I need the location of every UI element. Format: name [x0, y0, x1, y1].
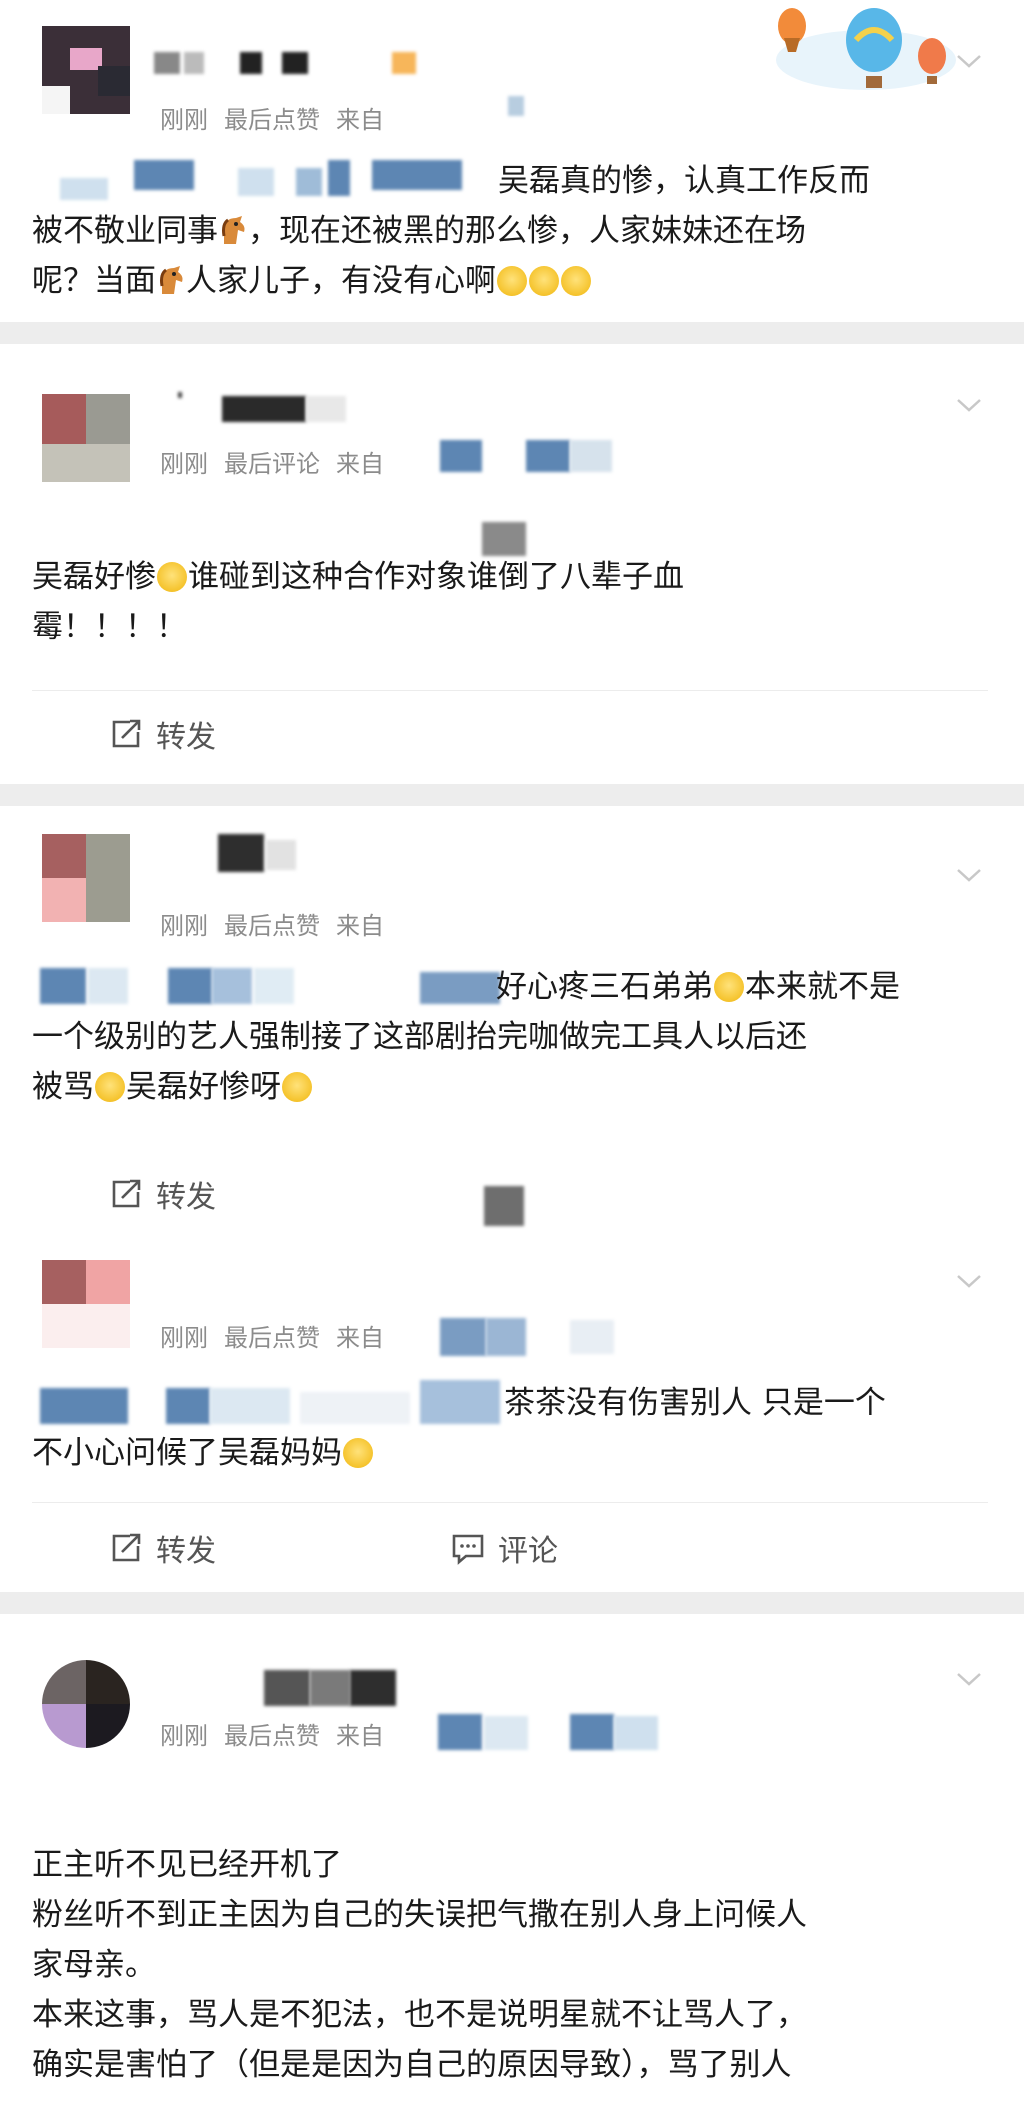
comment-line: 霉！！！！ — [32, 609, 187, 645]
sad-face-icon — [343, 1438, 373, 1468]
crying-face-icon — [561, 266, 591, 296]
comment-line: 好心疼三石弟弟 本来就不是 — [32, 962, 988, 1012]
comment-text: 被不敬业同事 — [32, 213, 218, 249]
comment-line: 不小心问候了吴磊妈妈 — [32, 1428, 988, 1478]
comment-line: 一个级别的艺人强制接了这部剧抬完咖做完工具人以后还 — [32, 1019, 807, 1055]
redacted-block — [482, 522, 526, 556]
comment-text: 呢？当面 — [32, 263, 156, 299]
chevron-down-icon[interactable] — [954, 46, 984, 76]
card-separator — [0, 784, 1024, 806]
comment-text: 人家儿子，有没有心啊 — [186, 263, 496, 299]
comment-card: 刚刚 最后点赞 来自 吴磊真的惨，认真工作反而 被不敬业同事 ，现在还被黑的那么惨，人… — [0, 0, 1024, 322]
comment-line: 呢？当面 人家儿子，有没有心啊 — [32, 256, 988, 306]
comment-line: 被骂 吴磊好惨呀 — [32, 1062, 988, 1112]
sad-face-icon — [282, 1072, 312, 1102]
balloons-decoration — [766, 0, 966, 100]
comment-line: 家母亲。 — [32, 1947, 156, 1983]
comment-body: 好心疼三石弟弟 本来就不是 一个级别的艺人强制接了这部剧抬完咖做完工具人以后还 被… — [32, 962, 988, 1112]
source-label: 来自 — [336, 1722, 384, 1750]
activity-type: 最后点赞 — [224, 1722, 320, 1750]
comment-card: 刚刚 最后评论 来自 吴磊好惨 谁碰到这种合作对象谁倒了八辈子血 霉！！！！ 转发 — [0, 344, 1024, 784]
source-label: 来自 — [336, 450, 384, 478]
timestamp: 刚刚 — [160, 106, 208, 134]
divider — [32, 1502, 988, 1503]
crying-face-icon — [714, 972, 744, 1002]
chevron-down-icon[interactable] — [954, 390, 984, 420]
crying-face-icon — [497, 266, 527, 296]
comment-meta: 刚刚 最后点赞 来自 — [160, 1318, 400, 1353]
repost-label: 转发 — [156, 1534, 216, 1569]
comment-line: 吴磊真的惨，认真工作反而 — [498, 163, 870, 199]
avatar[interactable] — [42, 834, 130, 922]
crying-face-icon — [157, 562, 187, 592]
comment-line: 正主听不见已经开机了 — [32, 1847, 342, 1883]
comment-label: 评论 — [498, 1534, 558, 1569]
avatar[interactable] — [42, 1660, 130, 1748]
chevron-down-icon[interactable] — [954, 1664, 984, 1694]
comment-meta: 刚刚 最后点赞 来自 — [160, 100, 400, 135]
comment-meta: 刚刚 最后点赞 来自 — [160, 1716, 400, 1751]
comment-line: 茶茶没有伤害别人 只是一个 — [504, 1385, 886, 1421]
hot-air-balloon-icon — [776, 8, 956, 90]
crying-face-icon — [529, 266, 559, 296]
comment-card: 刚刚 最后点赞 来自 正主听不见已经开机了 粉丝听不到正主因为自己的失误把气撒在别人… — [0, 1614, 1024, 2112]
comment-meta: 刚刚 最后点赞 来自 — [160, 906, 400, 941]
comment-text: 本来就不是 — [745, 969, 900, 1005]
source-label: 来自 — [336, 912, 384, 940]
activity-type: 最后点赞 — [224, 106, 320, 134]
comment-line: 本来这事，骂人是不犯法，也不是说明星就不让骂人了， — [32, 1997, 807, 2033]
timestamp: 刚刚 — [160, 912, 208, 940]
timestamp: 刚刚 — [160, 450, 208, 478]
card-separator — [0, 1592, 1024, 1614]
activity-type: 最后点赞 — [224, 1324, 320, 1352]
redacted-block — [484, 1186, 524, 1226]
avatar[interactable] — [42, 26, 130, 114]
comment-body: 吴磊真的惨，认真工作反而 被不敬业同事 ，现在还被黑的那么惨，人家妹妹还在场 呢？… — [32, 156, 988, 306]
repost-label: 转发 — [156, 720, 216, 755]
timestamp: 刚刚 — [160, 1722, 208, 1750]
comment-card: 刚刚 最后点赞 来自 好心疼三石弟弟 本来就不是 一个级别的艺人强制接了这部剧抬完咖做… — [0, 806, 1024, 1256]
repost-icon — [112, 719, 141, 748]
repost-button[interactable]: 转发 — [108, 1172, 216, 1216]
source-label: 来自 — [336, 1324, 384, 1352]
repost-label: 转发 — [156, 1180, 216, 1215]
repost-button[interactable]: 转发 — [108, 712, 216, 756]
comment-meta: 刚刚 最后评论 来自 — [160, 444, 400, 479]
comment-line: 粉丝听不到正主因为自己的失误把气撒在别人身上问候人 — [32, 1897, 807, 1933]
comment-body: 吴磊好惨 谁碰到这种合作对象谁倒了八辈子血 霉！！！！ — [32, 552, 988, 652]
source-label: 来自 — [336, 106, 384, 134]
avatar[interactable] — [42, 394, 130, 482]
comment-line: 吴磊好惨 谁碰到这种合作对象谁倒了八辈子血 — [32, 552, 988, 602]
comment-text: 吴磊好惨呀 — [126, 1069, 281, 1105]
chevron-down-icon[interactable] — [954, 1266, 984, 1296]
horse-emoji-icon — [222, 216, 245, 244]
comment-text: 被骂 — [32, 1069, 94, 1105]
chevron-down-icon[interactable] — [954, 860, 984, 890]
card-separator — [0, 322, 1024, 344]
source-redacted — [508, 96, 524, 116]
comment-body: 正主听不见已经开机了 粉丝听不到正主因为自己的失误把气撒在别人身上问候人 家母亲… — [32, 1840, 988, 2090]
timestamp: 刚刚 — [160, 1324, 208, 1352]
repost-icon — [112, 1179, 141, 1208]
comment-text: 吴磊好惨 — [32, 559, 156, 595]
divider — [32, 690, 988, 691]
comment-body: 茶茶没有伤害别人 只是一个 不小心问候了吴磊妈妈 — [32, 1378, 988, 1478]
comment-text: 不小心问候了吴磊妈妈 — [32, 1435, 342, 1471]
comment-text: 谁碰到这种合作对象谁倒了八辈子血 — [188, 559, 684, 595]
comment-text: ，现在还被黑的那么惨，人家妹妹还在场 — [248, 213, 806, 249]
activity-type: 最后点赞 — [224, 912, 320, 940]
activity-type: 最后评论 — [224, 450, 320, 478]
crying-face-icon — [95, 1072, 125, 1102]
comment-text: 好心疼三石弟弟 — [496, 969, 713, 1005]
comment-line: 确实是害怕了（但是是因为自己的原因导致），骂了别人 — [32, 2047, 792, 2083]
avatar[interactable] — [42, 1260, 130, 1348]
repost-button[interactable]: 转发 — [108, 1526, 216, 1570]
comment-button[interactable]: 评论 — [450, 1526, 558, 1570]
comment-line: 被不敬业同事 ，现在还被黑的那么惨，人家妹妹还在场 — [32, 206, 988, 256]
horse-emoji-icon — [160, 266, 183, 294]
comment-icon — [452, 1534, 484, 1565]
comment-card: 刚刚 最后点赞 来自 茶茶没有伤害别人 只是一个 不小心问候了吴磊妈妈 转发 评论 — [0, 1256, 1024, 1592]
repost-icon — [112, 1533, 141, 1562]
